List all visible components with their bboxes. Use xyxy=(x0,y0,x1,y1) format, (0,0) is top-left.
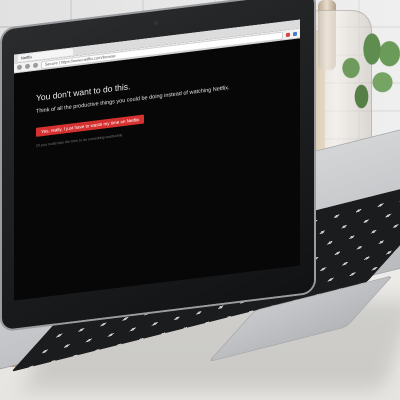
back-icon[interactable] xyxy=(17,64,22,71)
laptop-screen: Netflix Secure | https://www.netflix.com… xyxy=(14,19,300,301)
extension-icon[interactable] xyxy=(286,32,290,37)
laptop-lid: Netflix Secure | https://www.netflix.com… xyxy=(2,0,314,330)
block-page: You don't want to do this. Think of all … xyxy=(14,38,300,301)
forward-icon[interactable] xyxy=(25,63,30,70)
photo-scene: Netflix Secure | https://www.netflix.com… xyxy=(0,0,400,400)
extension-icon[interactable] xyxy=(293,31,297,36)
webcam xyxy=(154,20,158,26)
reload-icon[interactable] xyxy=(33,62,38,69)
plant xyxy=(330,30,400,125)
